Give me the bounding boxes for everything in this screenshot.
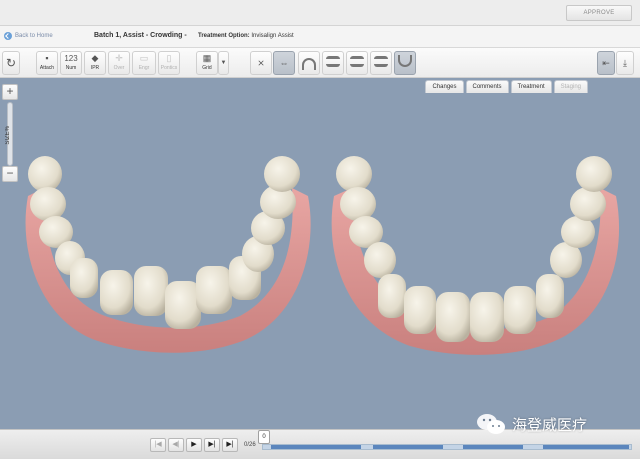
back-arrow-icon [4, 32, 12, 40]
panel-icon: ⇤ [602, 58, 610, 68]
upper-arch-icon [302, 58, 316, 70]
treatment-option-label: Treatment Option: [198, 33, 250, 39]
front-view-icon [350, 56, 364, 67]
view-front-button[interactable] [346, 51, 368, 75]
top-bar: APPROVE [0, 0, 640, 26]
chevron-down-icon: ▼ [220, 60, 227, 66]
stage-counter: 0/26 [244, 442, 256, 448]
reset-view-button[interactable]: ↻ [2, 51, 20, 75]
tab-treatment[interactable]: Treatment [510, 80, 552, 93]
prev-stage-button[interactable]: ◀| [168, 438, 184, 452]
attach-label: Attach [39, 65, 55, 71]
numbering-button[interactable]: 123 Num [60, 51, 82, 75]
ipr-label: IPR [90, 65, 100, 71]
grid-button[interactable]: ▦ Grid [196, 51, 218, 75]
size-label: SIZE% [5, 126, 11, 145]
engager-button[interactable]: ▭ Engr [132, 51, 156, 75]
download-icon: ⤓ [623, 58, 627, 68]
back-to-home-link[interactable]: Back to Home [4, 32, 53, 40]
zoom-in-button[interactable]: + [2, 84, 18, 100]
export-button[interactable]: ⤓ [616, 51, 634, 75]
left-arch [25, 156, 311, 353]
attach-button[interactable]: ▪ Attach [36, 51, 58, 75]
watermark: 海登威医疗 [476, 412, 587, 436]
next-stage-button[interactable]: ▶| [204, 438, 220, 452]
overjet-button[interactable]: ✛ Over [108, 51, 130, 75]
lower-arch-icon [398, 55, 412, 67]
over-label: Over [113, 65, 125, 71]
toolbar: ↻ ▪ Attach 123 Num ◆ IPR ✛ Over ▭ Engr ▯… [0, 48, 640, 78]
first-stage-button[interactable]: |◀ [150, 438, 166, 452]
refresh-icon: ↻ [5, 56, 17, 70]
size-control: + SIZE% − [2, 84, 18, 184]
engager-icon: ▭ [139, 53, 149, 63]
grid-dropdown[interactable]: ▼ [218, 51, 229, 75]
last-stage-button[interactable]: ▶| [222, 438, 238, 452]
timeline-segment [271, 445, 361, 449]
tab-changes[interactable]: Changes [425, 80, 464, 93]
tab-comments[interactable]: Comments [465, 80, 509, 93]
approve-button[interactable]: APPROVE [566, 5, 632, 21]
view-lower-arch-button[interactable] [394, 51, 416, 75]
right-arch [331, 156, 620, 355]
right-view-icon [326, 56, 340, 67]
pontics-button[interactable]: ▯ Pontics [158, 51, 180, 75]
timeline-segment [463, 445, 523, 449]
grid-label: Grid [202, 65, 212, 71]
wechat-logo-icon [476, 412, 506, 436]
case-title: Batch 1, Assist - Crowding - [94, 32, 187, 39]
split-view-icon: ⇔ [279, 58, 289, 68]
tab-staging[interactable]: Staging [553, 80, 588, 93]
attachment-icon: ▪ [45, 53, 49, 63]
3d-viewport[interactable] [0, 78, 640, 429]
engr-label: Engr [138, 65, 150, 71]
left-view-icon [374, 56, 388, 67]
back-label: Back to Home [15, 33, 53, 39]
diamond-icon: ◆ [91, 53, 99, 63]
timeline-thumb[interactable]: 0 [258, 430, 270, 444]
watermark-text: 海登威医疗 [512, 416, 588, 434]
timeline-segment [373, 445, 443, 449]
view-split-button[interactable]: ⇔ [273, 51, 295, 75]
superimpose-icon: ⨯ [257, 58, 265, 68]
crosshair-icon: ✛ [115, 53, 123, 63]
view-superimpose-button[interactable]: ⨯ [250, 51, 272, 75]
ipr-button[interactable]: ◆ IPR [84, 51, 106, 75]
panel-tabs: Changes Comments Treatment Staging [425, 80, 588, 93]
view-upper-arch-button[interactable] [298, 51, 320, 75]
grid-icon: ▦ [202, 53, 212, 63]
zoom-out-button[interactable]: − [2, 166, 18, 182]
play-button[interactable]: ▶ [186, 438, 202, 452]
case-info-bar: Back to Home Batch 1, Assist - Crowding … [0, 26, 640, 48]
stage-timeline[interactable] [262, 444, 632, 450]
view-left-button[interactable] [370, 51, 392, 75]
treatment-option-value: Invisalign Assist [251, 33, 294, 39]
pontics-label: Pontics [160, 65, 178, 71]
num-label: Num [65, 65, 77, 71]
pontic-icon: ▯ [166, 53, 172, 63]
num-value: 123 [64, 54, 78, 63]
dental-arches-render [25, 156, 620, 355]
panel-toggle-button[interactable]: ⇤ [597, 51, 615, 75]
view-right-button[interactable] [322, 51, 344, 75]
timeline-segment [543, 445, 629, 449]
treatment-option: Treatment Option: Invisalign Assist [198, 33, 294, 39]
